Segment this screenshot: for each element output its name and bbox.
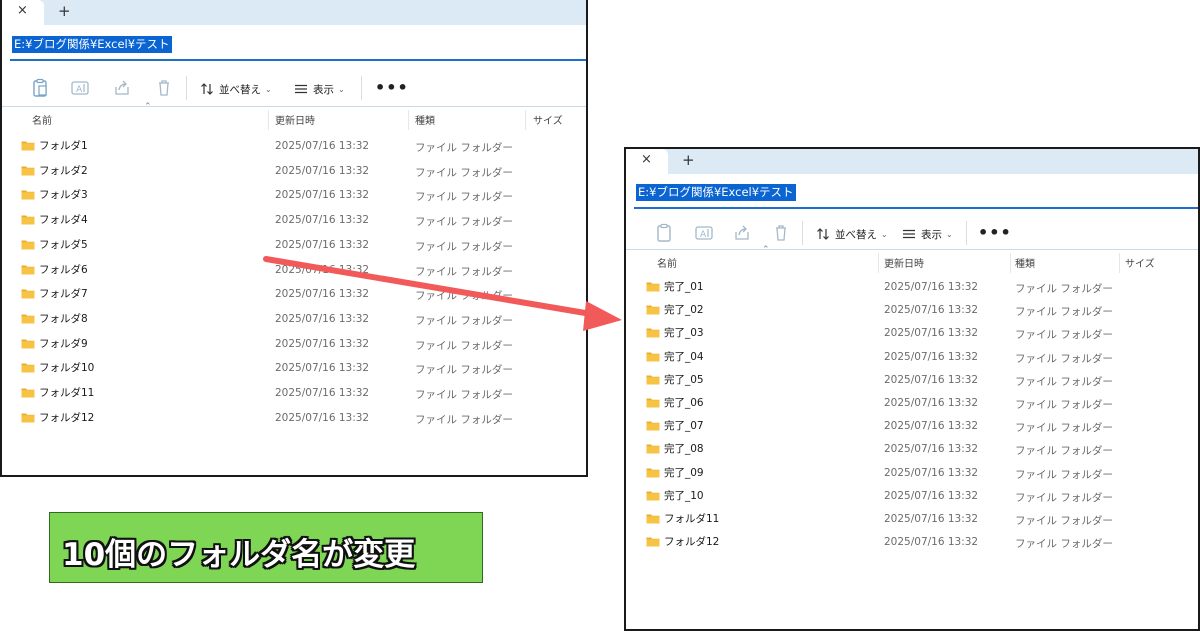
caption-text: 10個のフォルダ名が変更 <box>62 537 416 573</box>
caption-box: 10個のフォルダ名が変更 <box>49 512 483 583</box>
arrow-head <box>583 301 622 331</box>
arrow-shaft <box>263 256 606 319</box>
